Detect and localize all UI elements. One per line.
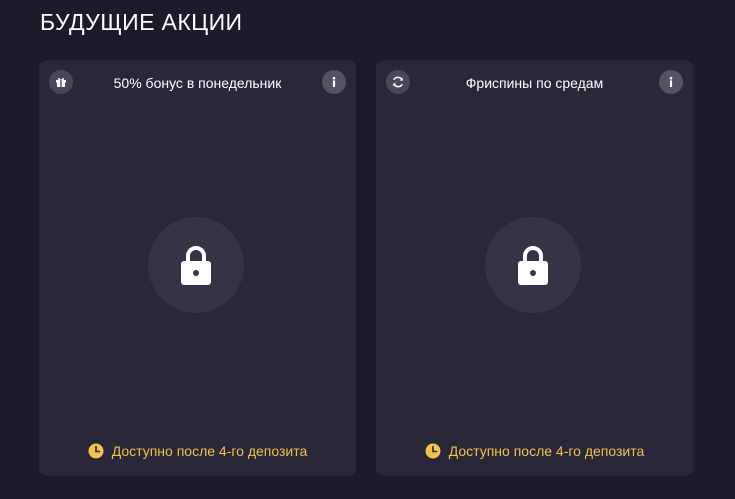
promotion-title: 50% бонус в понедельник xyxy=(113,75,282,91)
promotion-card-wednesday-freespins[interactable]: Фриспины по средам Доступно после 4-го д… xyxy=(376,60,693,476)
future-promotions-page: БУДУЩИЕ АКЦИИ 50% бонус в понедельник До… xyxy=(0,0,735,499)
promotion-title: Фриспины по средам xyxy=(465,75,604,91)
section-title: БУДУЩИЕ АКЦИИ xyxy=(40,9,243,35)
availability-note: Доступно после 4-го депозита xyxy=(39,442,356,460)
availability-note: Доступно после 4-го депозита xyxy=(376,442,693,460)
info-icon[interactable] xyxy=(659,70,683,94)
clock-icon xyxy=(425,443,441,459)
availability-text: Доступно после 4-го депозита xyxy=(448,443,645,459)
clock-icon xyxy=(88,443,104,459)
availability-text: Доступно после 4-го депозита xyxy=(111,443,308,459)
info-icon[interactable] xyxy=(322,70,346,94)
lock-icon xyxy=(485,217,581,313)
promotion-card-monday-bonus[interactable]: 50% бонус в понедельник Доступно после 4… xyxy=(39,60,356,476)
lock-icon xyxy=(148,217,244,313)
